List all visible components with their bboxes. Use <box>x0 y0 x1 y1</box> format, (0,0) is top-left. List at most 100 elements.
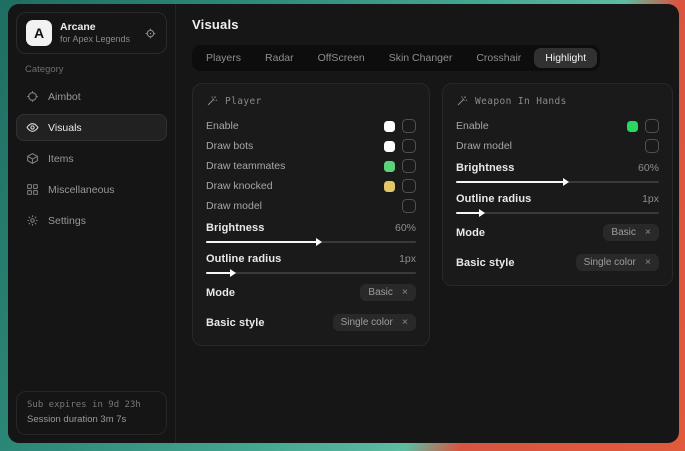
sidebar-item-visuals[interactable]: Visuals <box>16 114 167 141</box>
outline-radius-slider[interactable] <box>456 212 659 214</box>
close-icon[interactable]: × <box>645 257 651 268</box>
tag-value: Basic <box>611 227 635 238</box>
close-icon[interactable]: × <box>402 287 408 298</box>
basic-style-select-tag[interactable]: Single color × <box>576 254 659 271</box>
tag-value: Basic <box>368 287 392 298</box>
tab-radar[interactable]: Radar <box>254 48 305 68</box>
checkbox[interactable] <box>402 179 416 193</box>
player-panel-header: Player <box>206 95 416 107</box>
player-panel: Player Enable Draw bots <box>192 83 430 346</box>
color-swatch[interactable] <box>384 181 395 192</box>
tab-bar: Players Radar OffScreen Skin Changer Cro… <box>192 45 600 71</box>
sidebar-item-label: Visuals <box>48 122 82 134</box>
color-swatch[interactable] <box>627 121 638 132</box>
sidebar-item-items[interactable]: Items <box>16 145 167 172</box>
app-logo-letter: A <box>34 25 44 41</box>
mode-select-row: Mode Basic × <box>456 221 659 244</box>
app-subtitle: for Apex Legends <box>60 34 136 45</box>
select-label: Basic style <box>456 257 515 269</box>
app-logo-card: A Arcane for Apex Legends <box>16 12 167 54</box>
tab-highlight[interactable]: Highlight <box>534 48 597 68</box>
color-swatch[interactable] <box>384 121 395 132</box>
target-icon[interactable] <box>144 27 157 40</box>
select-label: Basic style <box>206 317 265 329</box>
toggle-label: Draw model <box>456 140 512 152</box>
app-title: Arcane <box>60 21 136 34</box>
basic-style-select-tag[interactable]: Single color × <box>333 314 416 331</box>
tab-skin-changer[interactable]: Skin Changer <box>378 48 464 68</box>
toggle-label: Draw teammates <box>206 160 285 172</box>
toggle-label: Enable <box>206 120 239 132</box>
checkbox[interactable] <box>402 199 416 213</box>
checkbox[interactable] <box>402 139 416 153</box>
checkbox[interactable] <box>402 159 416 173</box>
slider-label: Outline radius <box>206 253 281 265</box>
slider-label: Outline radius <box>456 193 531 205</box>
slider-value: 1px <box>399 253 416 265</box>
brightness-slider[interactable] <box>456 181 659 183</box>
mode-select-tag[interactable]: Basic × <box>360 284 416 301</box>
toggle-row-enable: Enable <box>456 116 659 136</box>
color-swatch[interactable] <box>384 161 395 172</box>
session-duration-text: Session duration 3m 7s <box>27 413 156 427</box>
sidebar: A Arcane for Apex Legends Category <box>8 4 176 443</box>
weapon-in-hands-panel: Weapon In Hands Enable Draw model <box>442 83 673 286</box>
weapon-panel-header: Weapon In Hands <box>456 95 659 107</box>
panel-title: Player <box>225 96 262 107</box>
toggle-row-draw-model: Draw model <box>206 196 416 216</box>
gear-icon <box>26 214 39 227</box>
main-content: Visuals Players Radar OffScreen Skin Cha… <box>176 4 679 443</box>
checkbox[interactable] <box>402 119 416 133</box>
brightness-slider-group: Brightness 60% <box>456 159 659 183</box>
sidebar-item-label: Settings <box>48 215 86 227</box>
panel-title: Weapon In Hands <box>475 96 567 107</box>
page-title: Visuals <box>192 17 673 32</box>
slider-label: Brightness <box>456 162 514 174</box>
close-icon[interactable]: × <box>402 317 408 328</box>
slider-value: 60% <box>638 162 659 174</box>
sidebar-item-aimbot[interactable]: Aimbot <box>16 83 167 110</box>
sidebar-item-label: Miscellaneous <box>48 184 115 196</box>
outline-radius-slider-group: Outline radius 1px <box>206 250 416 274</box>
slider-value: 60% <box>395 222 416 234</box>
outline-radius-slider[interactable] <box>206 272 416 274</box>
toggle-row-draw-teammates: Draw teammates <box>206 156 416 176</box>
slider-thumb[interactable] <box>563 178 569 186</box>
app-logo-text: Arcane for Apex Legends <box>60 21 136 45</box>
mode-select-tag[interactable]: Basic × <box>603 224 659 241</box>
tab-offscreen[interactable]: OffScreen <box>307 48 376 68</box>
close-icon[interactable]: × <box>645 227 651 238</box>
slider-thumb[interactable] <box>230 269 236 277</box>
tab-crosshair[interactable]: Crosshair <box>465 48 532 68</box>
sidebar-item-miscellaneous[interactable]: Miscellaneous <box>16 176 167 203</box>
eye-icon <box>26 121 39 134</box>
slider-value: 1px <box>642 193 659 205</box>
slider-thumb[interactable] <box>316 238 322 246</box>
color-swatch[interactable] <box>384 141 395 152</box>
toggle-label: Draw model <box>206 200 262 212</box>
sidebar-item-label: Items <box>48 153 74 165</box>
slider-thumb[interactable] <box>479 209 485 217</box>
select-label: Mode <box>206 287 235 299</box>
app-logo: A <box>26 20 52 46</box>
checkbox[interactable] <box>645 139 659 153</box>
box-icon <box>26 152 39 165</box>
slider-label: Brightness <box>206 222 264 234</box>
mode-select-row: Mode Basic × <box>206 281 416 304</box>
crosshair-icon <box>26 90 39 103</box>
toggle-label: Draw knocked <box>206 180 273 192</box>
toggle-row-enable: Enable <box>206 116 416 136</box>
wand-icon <box>456 95 468 107</box>
basic-style-select-row: Basic style Single color × <box>206 311 416 334</box>
tag-value: Single color <box>341 317 393 328</box>
select-label: Mode <box>456 227 485 239</box>
toggle-row-draw-knocked: Draw knocked <box>206 176 416 196</box>
brightness-slider-group: Brightness 60% <box>206 219 416 243</box>
tab-players[interactable]: Players <box>195 48 252 68</box>
brightness-slider[interactable] <box>206 241 416 243</box>
toggle-row-draw-model: Draw model <box>456 136 659 156</box>
sidebar-item-settings[interactable]: Settings <box>16 207 167 234</box>
grid-icon <box>26 183 39 196</box>
toggle-label: Draw bots <box>206 140 253 152</box>
checkbox[interactable] <box>645 119 659 133</box>
